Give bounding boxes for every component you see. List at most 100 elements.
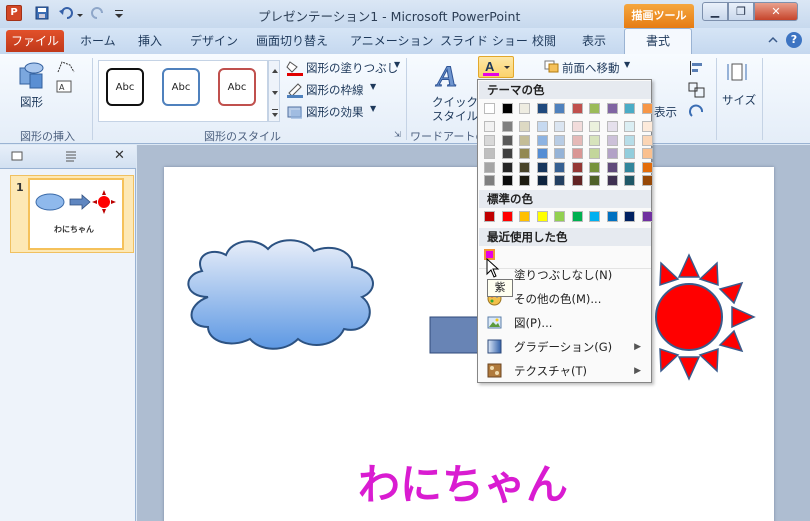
theme-shade-swatch[interactable] <box>571 134 583 146</box>
picture-fill-item[interactable]: 図(P)... <box>479 312 651 334</box>
tab-insert[interactable]: 挿入 <box>138 32 162 49</box>
theme-shade-swatch[interactable] <box>501 148 513 159</box>
close-window-button[interactable]: ✕ <box>754 2 798 21</box>
theme-shade-swatch[interactable] <box>571 148 583 159</box>
shape-effects-dropdown-icon[interactable]: ▼ <box>370 104 376 113</box>
theme-shade-swatch[interactable] <box>519 148 530 159</box>
theme-shade-swatch[interactable] <box>589 134 600 146</box>
theme-shade-swatch[interactable] <box>606 148 618 159</box>
theme-shade-swatch[interactable] <box>501 121 513 132</box>
maximize-button[interactable]: ❐ <box>728 2 754 21</box>
theme-shade-swatch[interactable] <box>484 175 495 186</box>
tab-file[interactable]: ファイル <box>6 30 64 52</box>
theme-shade-swatch[interactable] <box>641 175 653 186</box>
shape-fill-label[interactable]: 図形の塗りつぶし <box>306 60 398 76</box>
theme-shade-swatch[interactable] <box>606 161 618 173</box>
text-box-icon[interactable]: A <box>56 80 76 94</box>
theme-shade-swatch[interactable] <box>589 148 600 159</box>
theme-shade-swatch[interactable] <box>554 148 565 159</box>
theme-shade-swatch[interactable] <box>484 134 495 146</box>
quick-styles-label-2[interactable]: スタイル <box>432 108 478 124</box>
theme-color-swatch[interactable] <box>484 103 495 114</box>
edit-shape-icon[interactable] <box>56 60 76 74</box>
theme-shade-swatch[interactable] <box>484 121 495 132</box>
undo-dropdown-icon[interactable] <box>76 5 84 21</box>
theme-shade-swatch[interactable] <box>554 161 565 173</box>
tab-format[interactable]: 書式 <box>624 28 692 55</box>
shape-effects-label[interactable]: 図形の効果 <box>306 104 364 120</box>
standard-color-swatch[interactable] <box>606 211 618 222</box>
theme-shade-swatch[interactable] <box>554 175 565 186</box>
standard-color-swatch[interactable] <box>501 211 513 222</box>
standard-color-swatch[interactable] <box>519 211 530 222</box>
theme-shade-swatch[interactable] <box>624 121 635 132</box>
theme-shade-swatch[interactable] <box>501 175 513 186</box>
theme-shade-swatch[interactable] <box>536 134 548 146</box>
gallery-scroll[interactable] <box>268 60 280 122</box>
tab-home[interactable]: ホーム <box>80 32 116 49</box>
theme-shade-swatch[interactable] <box>624 161 635 173</box>
standard-color-swatch[interactable] <box>536 211 548 222</box>
theme-color-swatch[interactable] <box>589 103 600 114</box>
theme-shade-swatch[interactable] <box>624 175 635 186</box>
undo-icon[interactable] <box>58 5 74 21</box>
size-icon[interactable] <box>726 60 748 86</box>
save-icon[interactable] <box>34 5 50 21</box>
standard-color-swatch[interactable] <box>589 211 600 222</box>
redo-icon[interactable] <box>90 5 106 21</box>
theme-shade-swatch[interactable] <box>589 121 600 132</box>
theme-shade-swatch[interactable] <box>641 121 653 132</box>
theme-shade-swatch[interactable] <box>641 134 653 146</box>
bring-forward-icon[interactable] <box>544 60 560 74</box>
theme-shade-swatch[interactable] <box>624 134 635 146</box>
theme-shade-swatch[interactable] <box>519 134 530 146</box>
theme-shade-swatch[interactable] <box>519 161 530 173</box>
theme-shade-swatch[interactable] <box>554 121 565 132</box>
theme-color-swatch[interactable] <box>501 103 513 114</box>
outline-tab-icon[interactable] <box>64 149 78 163</box>
standard-color-swatch[interactable] <box>554 211 565 222</box>
shapes-icon[interactable] <box>16 60 46 92</box>
shape-fill-dropdown-icon[interactable]: ▼ <box>394 60 400 69</box>
tab-slideshow[interactable]: スライド ショー <box>440 32 528 49</box>
customize-toolbar-icon[interactable] <box>114 5 124 21</box>
shape-styles-dialog-launcher-icon[interactable]: ⇲ <box>394 130 401 139</box>
theme-color-swatch[interactable] <box>624 103 635 114</box>
rotate-icon[interactable] <box>688 104 706 120</box>
theme-shade-swatch[interactable] <box>536 148 548 159</box>
size-label[interactable]: サイズ <box>722 92 756 108</box>
minimize-ribbon-icon[interactable] <box>766 33 780 47</box>
standard-color-swatch[interactable] <box>484 211 495 222</box>
theme-shade-swatch[interactable] <box>624 148 635 159</box>
shape-effects-icon[interactable] <box>286 104 304 120</box>
theme-shade-swatch[interactable] <box>536 161 548 173</box>
slide-thumbnail[interactable]: わにちゃん <box>28 178 124 250</box>
shapes-button-label[interactable]: 図形 <box>20 94 43 110</box>
theme-shade-swatch[interactable] <box>641 148 653 159</box>
shape-style-option-3[interactable]: Abc <box>218 68 256 106</box>
minimize-button[interactable]: ▁ <box>702 2 728 21</box>
shape-outline-label[interactable]: 図形の枠線 <box>306 82 364 98</box>
quick-styles-icon[interactable]: A <box>434 58 466 94</box>
theme-shade-swatch[interactable] <box>571 161 583 173</box>
theme-color-swatch[interactable] <box>606 103 618 114</box>
text-fill-button[interactable]: A <box>478 56 514 78</box>
theme-shade-swatch[interactable] <box>536 175 548 186</box>
theme-shade-swatch[interactable] <box>589 175 600 186</box>
group-objects-icon[interactable] <box>688 82 706 98</box>
close-pane-icon[interactable]: ✕ <box>114 148 125 163</box>
tab-view[interactable]: 表示 <box>582 32 606 49</box>
theme-shade-swatch[interactable] <box>484 161 495 173</box>
theme-shade-swatch[interactable] <box>606 134 618 146</box>
theme-shade-swatch[interactable] <box>484 148 495 159</box>
bring-forward-label[interactable]: 前面へ移動 <box>562 60 620 76</box>
theme-shade-swatch[interactable] <box>571 121 583 132</box>
shape-fill-icon[interactable] <box>286 60 304 76</box>
theme-color-swatch[interactable] <box>554 103 565 114</box>
theme-shade-swatch[interactable] <box>501 161 513 173</box>
bring-forward-dropdown-icon[interactable]: ▼ <box>624 60 630 69</box>
standard-color-swatch[interactable] <box>641 211 653 222</box>
theme-color-swatch[interactable] <box>571 103 583 114</box>
gradient-item[interactable]: グラデーション(G) ▶ <box>479 336 651 358</box>
theme-shade-swatch[interactable] <box>519 121 530 132</box>
